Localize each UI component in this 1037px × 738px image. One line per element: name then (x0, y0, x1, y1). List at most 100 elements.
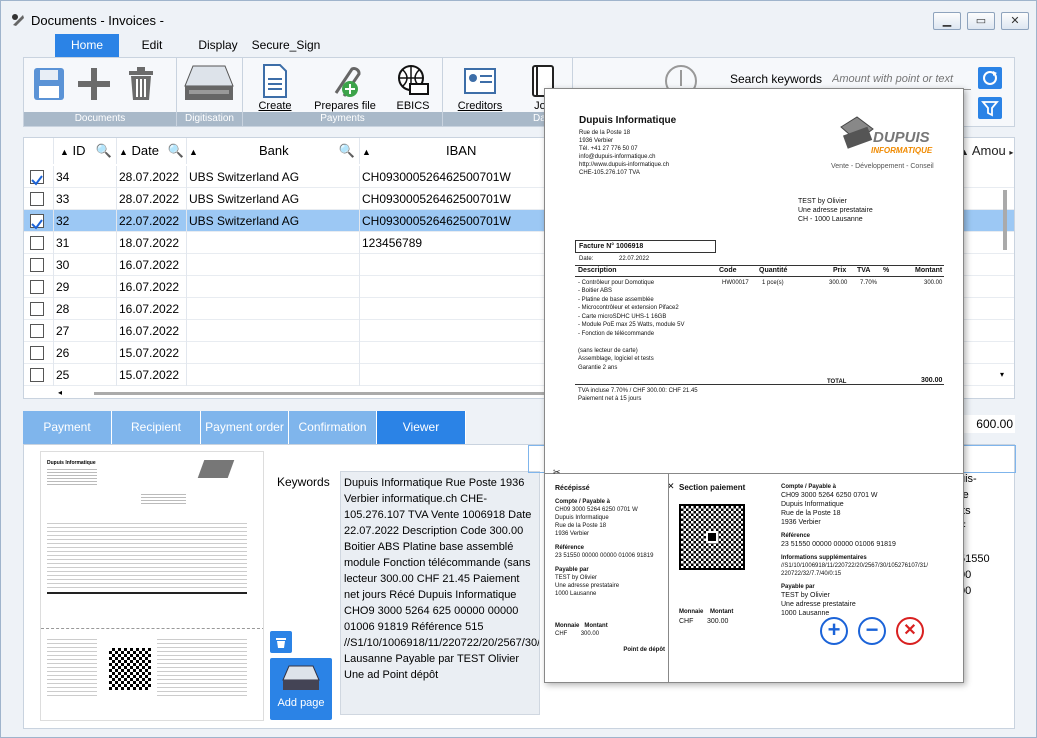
tab-secure-sign[interactable]: Secure_Sign (251, 34, 321, 57)
payment-details: Compte / Payable à CH09 3000 5264 6250 0… (781, 484, 929, 617)
row-bank (187, 232, 360, 254)
search-icon[interactable]: 🔍 (168, 138, 184, 164)
row-bank (187, 320, 360, 342)
close-window-button[interactable]: ✕ (1001, 12, 1029, 30)
row-checkbox-cell (24, 254, 54, 276)
header-date[interactable]: ▲ Date 🔍 (117, 138, 187, 164)
tab-viewer[interactable]: Viewer (377, 411, 466, 444)
refresh-icon (983, 71, 997, 85)
invoice-recipient: TEST by Olivier Une adresse prestataire CH… (798, 198, 873, 223)
scissors-icon: ✂ (553, 467, 561, 477)
row-bank (187, 298, 360, 320)
row-checkbox[interactable] (30, 214, 44, 230)
maximize-button[interactable]: ▭ (967, 12, 995, 30)
filter-button[interactable] (978, 97, 1002, 119)
create-button[interactable]: Create (255, 62, 295, 112)
delete-page-button[interactable] (270, 631, 292, 653)
page-thumbnail[interactable]: Dupuis Informatique (40, 451, 264, 721)
row-bank (187, 254, 360, 276)
keywords-textarea[interactable]: Dupuis Informatique Rue Poste 1936 Verbi… (340, 471, 540, 715)
row-checkbox[interactable] (30, 258, 44, 272)
logo-tagline: Vente - Développement - Conseil (831, 163, 934, 170)
scanner-icon[interactable] (183, 64, 235, 104)
header-bank[interactable]: ▲ Bank 🔍 (187, 138, 360, 164)
row-date: 16.07.2022 (117, 276, 187, 298)
invoice-vat: TVA incluse 7.70% / CHF 300.00: CHF 21.4… (578, 388, 698, 394)
row-checkbox[interactable] (30, 324, 44, 338)
perforation-line (545, 473, 963, 474)
payment-currency-values: CHF 300.00 (679, 618, 729, 625)
invoice-details: - Boitier ABS - Platine de base assemblée… (578, 288, 685, 371)
add-icon[interactable] (77, 66, 111, 102)
group-label-digitisation: Digitisation (177, 112, 242, 126)
minimize-button[interactable]: ▁ (933, 12, 961, 30)
row-date: 15.07.2022 (117, 364, 187, 386)
tab-payment-order[interactable]: Payment order (201, 411, 289, 444)
row-id: 27 (54, 320, 117, 342)
row-bank (187, 342, 360, 364)
thumb-table (47, 520, 247, 590)
tab-display[interactable]: Display (185, 34, 251, 57)
row-checkbox[interactable] (30, 236, 44, 250)
row-date: 16.07.2022 (117, 254, 187, 276)
creditors-button[interactable]: Creditors (455, 62, 505, 112)
tab-home[interactable]: Home (55, 34, 119, 57)
add-page-button[interactable]: Add page (270, 658, 332, 720)
header-id[interactable]: ▲ ID 🔍 (54, 138, 117, 164)
row-checkbox[interactable] (30, 368, 44, 382)
row-id: 30 (54, 254, 117, 276)
row-checkbox-cell (24, 342, 54, 364)
thumb-total-line (47, 592, 247, 594)
ebics-button[interactable]: EBICS (393, 62, 433, 112)
refresh-button[interactable] (978, 67, 1002, 89)
receipt-separator (668, 473, 669, 682)
tab-payment[interactable]: Payment (23, 411, 112, 444)
row-checkbox[interactable] (30, 346, 44, 360)
row-id: 25 (54, 364, 117, 386)
thumb-company: Dupuis Informatique (47, 460, 96, 466)
zoom-out-button[interactable]: − (858, 617, 886, 645)
ebics-label: EBICS (396, 100, 430, 112)
search-label: Search keywords (730, 72, 823, 86)
tab-confirmation[interactable]: Confirmation (289, 411, 377, 444)
trash-icon[interactable] (126, 66, 156, 102)
row-checkbox[interactable] (30, 280, 44, 294)
row-id: 33 (54, 188, 117, 210)
row-checkbox-cell (24, 188, 54, 210)
row-checkbox-cell (24, 276, 54, 298)
creditors-label: Creditors (457, 100, 503, 112)
row-id: 29 (54, 276, 117, 298)
invoice-payment-terms: Paiement net à 15 jours (578, 396, 642, 402)
row-bank (187, 364, 360, 386)
row-checkbox[interactable] (30, 302, 44, 316)
add-page-label: Add page (277, 697, 325, 709)
tab-edit[interactable]: Edit (119, 34, 185, 57)
row-checkbox[interactable] (30, 170, 44, 186)
window-title: Documents - Invoices - (31, 13, 164, 28)
row-bank: UBS Switzerland AG (187, 166, 360, 188)
search-input[interactable] (826, 68, 971, 90)
header-amount[interactable]: ▲ Amou ▸ (960, 138, 1013, 166)
row-checkbox[interactable] (30, 192, 44, 206)
search-icon[interactable]: 🔍 (96, 138, 112, 164)
search-icon[interactable]: 🔍 (339, 138, 355, 164)
invoice-address: Rue de la Poste 18 1936 Verbier Tél. +41 2… (579, 130, 670, 176)
row-checkbox-cell (24, 364, 54, 386)
thumb-address (47, 467, 97, 487)
header-checkbox (24, 138, 54, 164)
tab-recipient[interactable]: Recipient (112, 411, 201, 444)
app-icon (12, 14, 24, 26)
row-id: 28 (54, 298, 117, 320)
title-bar: Documents - Invoices - ▁ ▭ ✕ (1, 1, 1036, 37)
vertical-scrollbar[interactable]: ▾ (1000, 178, 1010, 388)
invoice-total-label: TOTAL (827, 379, 847, 385)
row-bank: UBS Switzerland AG (187, 188, 360, 210)
prepares-file-button[interactable]: Prepares file (313, 62, 377, 112)
row-date: 28.07.2022 (117, 166, 187, 188)
row-id: 32 (54, 210, 117, 232)
close-viewer-button[interactable]: ✕ (896, 617, 924, 645)
save-icon[interactable] (32, 66, 66, 102)
payment-section-title: Section paiement (679, 483, 746, 492)
zoom-in-button[interactable]: + (820, 617, 848, 645)
filter-icon (981, 101, 999, 117)
